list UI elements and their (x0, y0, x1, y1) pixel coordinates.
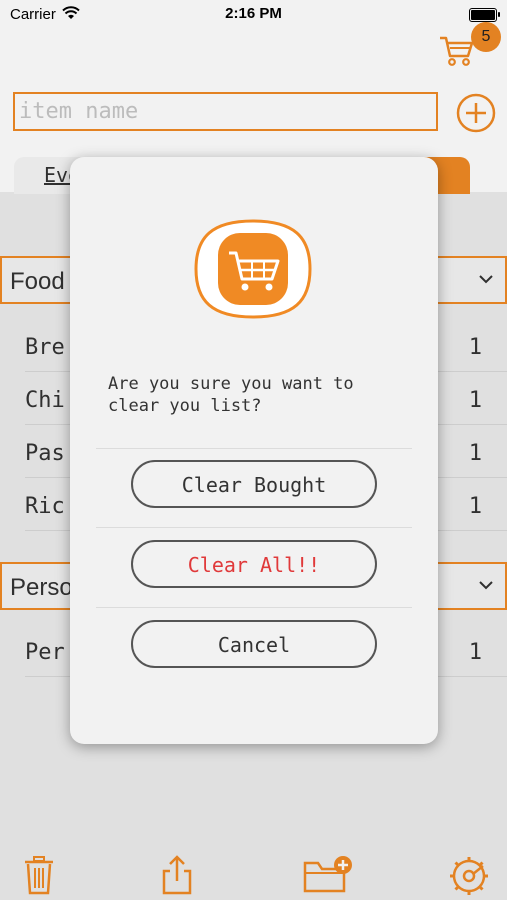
shopping-cart-icon (194, 219, 312, 319)
clear-bought-button[interactable]: Clear Bought (131, 460, 377, 508)
clear-list-dialog: Are you sure you want to clear you list?… (70, 157, 438, 744)
clear-all-button[interactable]: Clear All!! (131, 540, 377, 588)
divider (96, 607, 412, 608)
dialog-message: Are you sure you want to clear you list? (108, 374, 354, 416)
divider (96, 527, 412, 528)
divider (96, 448, 412, 449)
cancel-button[interactable]: Cancel (131, 620, 377, 668)
